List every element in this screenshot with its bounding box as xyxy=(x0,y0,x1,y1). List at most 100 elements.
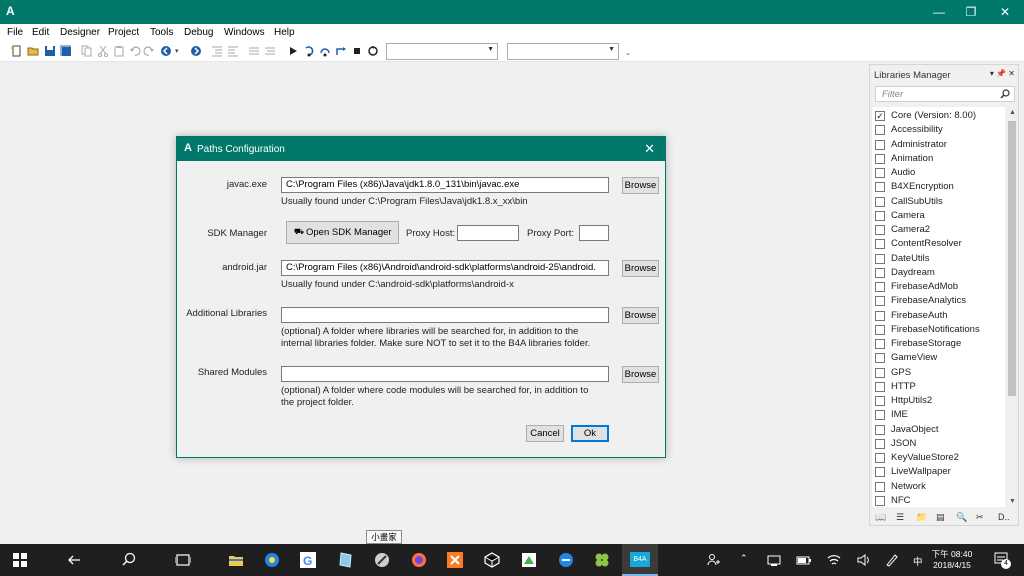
panel-window-buttons[interactable]: ▾ 📌 ✕ xyxy=(990,69,1015,78)
search-tab-icon[interactable]: 🔍 xyxy=(956,512,967,523)
virtualbox-icon[interactable] xyxy=(484,552,500,568)
library-item[interactable]: Camera2 xyxy=(875,223,1005,237)
library-item[interactable]: ✓ Core (Version: 8.00) xyxy=(875,109,1005,123)
library-list-scrollbar[interactable]: ▲ ▼ xyxy=(1006,107,1018,507)
library-item[interactable]: FirebaseAuth xyxy=(875,309,1005,323)
paste-icon[interactable] xyxy=(113,45,125,57)
cancel-button[interactable]: Cancel xyxy=(526,425,564,442)
minimize-button[interactable]: — xyxy=(924,3,954,21)
library-checkbox[interactable] xyxy=(875,339,885,349)
library-checkbox[interactable] xyxy=(875,182,885,193)
battery-icon[interactable] xyxy=(796,552,812,568)
restore-button[interactable]: ❐ xyxy=(956,3,986,21)
library-item[interactable]: JSON xyxy=(875,437,1005,451)
libraries-tab-icon[interactable]: 📖 xyxy=(875,512,886,523)
library-item[interactable]: Camera xyxy=(875,209,1005,223)
library-checkbox[interactable]: ✓ xyxy=(875,111,885,121)
library-item[interactable]: FirebaseStorage xyxy=(875,337,1005,351)
copy-icon[interactable] xyxy=(81,45,93,57)
menu-designer[interactable]: Designer xyxy=(60,27,100,38)
library-checkbox[interactable] xyxy=(875,239,885,250)
wifi-icon[interactable] xyxy=(826,552,842,568)
toolbar-overflow-icon[interactable]: ⌄ xyxy=(625,49,631,57)
library-item[interactable]: Daydream xyxy=(875,266,1005,280)
library-item[interactable]: HTTP xyxy=(875,380,1005,394)
file-explorer-icon[interactable] xyxy=(228,552,244,568)
library-item[interactable]: FirebaseAnalytics xyxy=(875,294,1005,308)
close-window-button[interactable]: ✕ xyxy=(990,3,1020,21)
restart-icon[interactable] xyxy=(367,45,379,57)
open-sdk-manager-button[interactable]: ⛟ Open SDK Manager xyxy=(286,221,399,244)
xampp-icon[interactable] xyxy=(447,552,463,568)
menu-file[interactable]: File xyxy=(7,27,23,38)
build-config-dropdown[interactable]: ▼ xyxy=(386,43,498,60)
edge-icon[interactable] xyxy=(558,552,574,568)
menu-debug[interactable]: Debug xyxy=(184,27,213,38)
menu-project[interactable]: Project xyxy=(108,27,139,38)
menu-edit[interactable]: Edit xyxy=(32,27,49,38)
editor-app-icon[interactable] xyxy=(521,552,537,568)
back-dropdown-icon[interactable]: ▾ xyxy=(175,47,179,55)
module-dropdown[interactable]: ▼ xyxy=(507,43,619,60)
android-jar-path-input[interactable]: C:\Program Files (x86)\Android\android-s… xyxy=(281,260,609,276)
menu-windows[interactable]: Windows xyxy=(224,27,265,38)
more-tab[interactable]: D.. xyxy=(998,512,1010,522)
comment-icon[interactable] xyxy=(248,45,260,57)
save-icon[interactable] xyxy=(44,45,56,57)
google-icon[interactable]: G xyxy=(300,552,316,568)
indent-icon[interactable] xyxy=(211,45,223,57)
library-checkbox[interactable] xyxy=(875,495,885,506)
library-checkbox[interactable] xyxy=(875,125,885,136)
task-view-icon[interactable] xyxy=(175,552,191,568)
firefox-icon[interactable] xyxy=(411,552,427,568)
library-checkbox[interactable] xyxy=(875,210,885,221)
tools-tab-icon[interactable]: ✂ xyxy=(976,512,984,523)
dialog-close-button[interactable]: ✕ xyxy=(644,141,655,157)
library-checkbox[interactable] xyxy=(875,381,885,392)
menu-help[interactable]: Help xyxy=(274,27,295,38)
library-item[interactable]: ContentResolver xyxy=(875,237,1005,251)
clover-icon[interactable] xyxy=(594,552,610,568)
step-over-icon[interactable] xyxy=(319,45,331,57)
windows-start-icon[interactable] xyxy=(12,552,28,568)
library-item[interactable]: JavaObject xyxy=(875,423,1005,437)
media-player-icon[interactable] xyxy=(264,552,280,568)
uncomment-icon[interactable] xyxy=(264,45,276,57)
pen-icon[interactable] xyxy=(884,552,900,568)
library-checkbox[interactable] xyxy=(875,267,885,278)
save-all-icon[interactable] xyxy=(60,45,72,57)
people-icon[interactable] xyxy=(706,552,722,568)
library-checkbox[interactable] xyxy=(875,410,885,421)
javac-browse-button[interactable]: Browse xyxy=(622,177,659,194)
additional-libraries-input[interactable] xyxy=(281,307,609,323)
library-checkbox[interactable] xyxy=(875,253,885,264)
library-checkbox[interactable] xyxy=(875,453,885,463)
library-item[interactable]: LiveWallpaper xyxy=(875,465,1005,479)
library-checkbox[interactable] xyxy=(875,168,885,178)
shared-modules-input[interactable] xyxy=(281,366,609,382)
outdent-icon[interactable] xyxy=(227,45,239,57)
redo-icon[interactable] xyxy=(143,45,155,57)
library-checkbox[interactable] xyxy=(875,139,885,150)
library-checkbox[interactable] xyxy=(875,467,885,478)
scroll-up-icon[interactable]: ▲ xyxy=(1009,109,1016,116)
network-icon[interactable] xyxy=(766,552,782,568)
volume-icon[interactable] xyxy=(856,552,872,568)
scrollbar-thumb[interactable] xyxy=(1008,121,1016,396)
search-icon[interactable] xyxy=(121,552,137,568)
library-item[interactable]: FirebaseNotifications xyxy=(875,323,1005,337)
ok-button[interactable]: Ok xyxy=(571,425,609,442)
additional-libraries-browse-button[interactable]: Browse xyxy=(622,307,659,324)
library-item[interactable]: CallSubUtils xyxy=(875,195,1005,209)
library-checkbox[interactable] xyxy=(875,310,885,321)
step-into-icon[interactable] xyxy=(303,45,315,57)
show-hidden-icons-icon[interactable]: ⌃ xyxy=(740,553,748,564)
system-clock[interactable]: 下午 08:40 2018/4/15 xyxy=(930,549,974,571)
library-item[interactable]: IME xyxy=(875,408,1005,422)
logs-tab-icon[interactable]: ▤ xyxy=(936,512,945,523)
step-out-icon[interactable] xyxy=(335,45,347,57)
open-folder-icon[interactable] xyxy=(27,45,39,57)
notepad-icon[interactable] xyxy=(338,552,354,568)
new-file-icon[interactable] xyxy=(10,45,22,57)
proxy-host-input[interactable] xyxy=(457,225,519,241)
